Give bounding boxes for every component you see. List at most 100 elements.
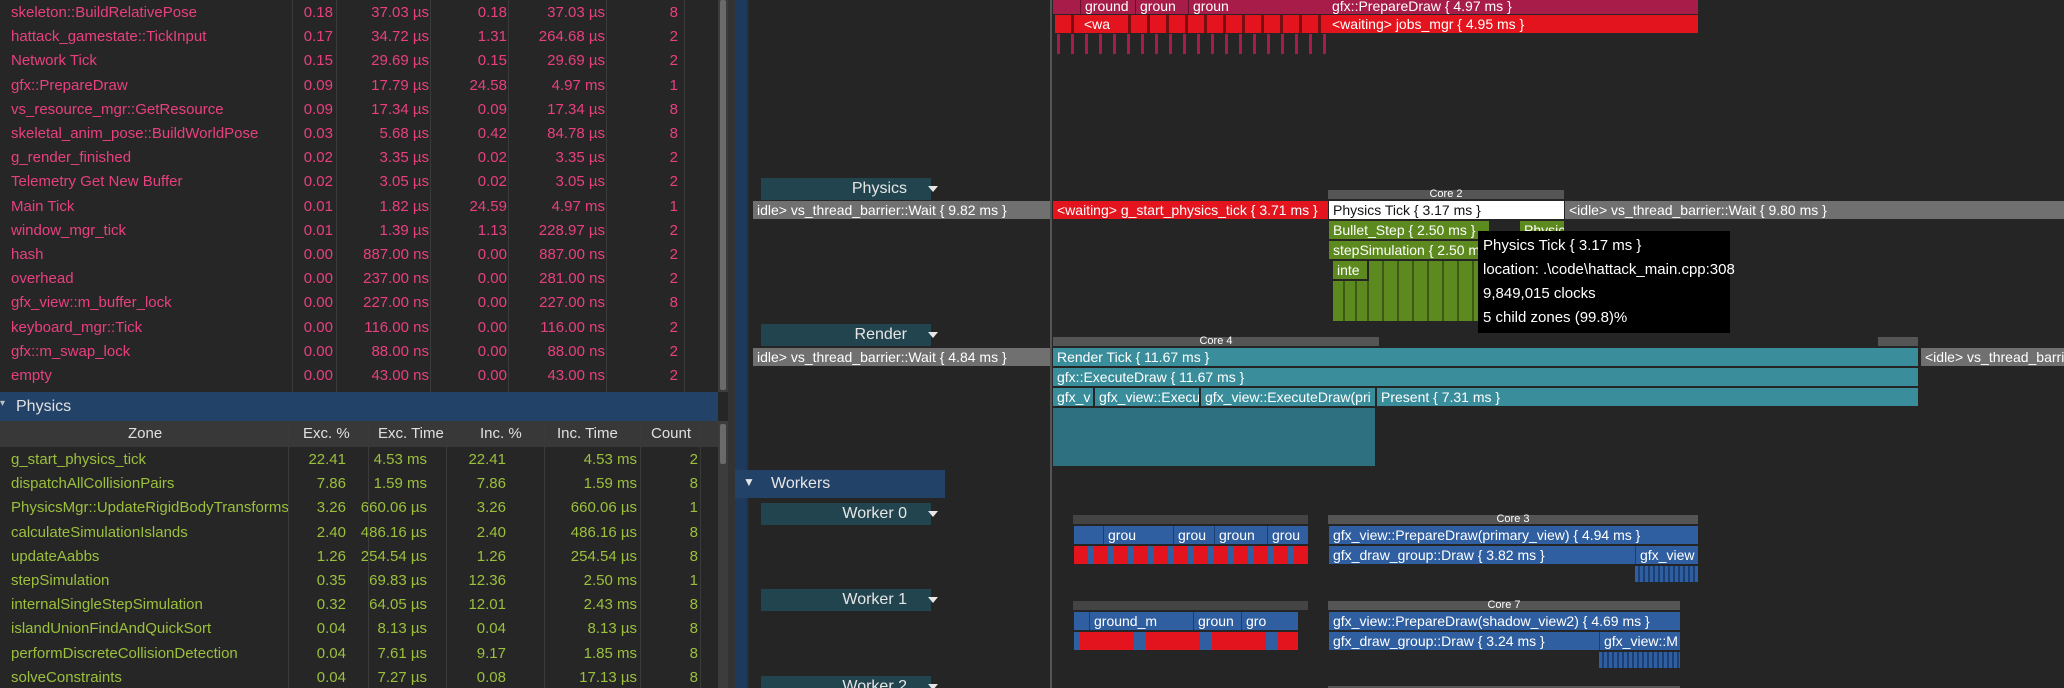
header-count[interactable]: Count [651,425,691,442]
worker0-grou-1[interactable]: grou [1103,526,1137,544]
cell-inc-pct: 0.00 [477,318,507,336]
thread-label-render[interactable]: Render [761,324,931,346]
table-row[interactable]: hash 0.00 887.00 ns 0.00 887.00 ns 2 [0,242,718,266]
worker1-prepare-bar[interactable]: gfx_view::PrepareDraw(shadow_view2) { 4.… [1329,612,1680,630]
cell-count: 8 [689,644,698,662]
ground-zone-b[interactable]: groun [1135,0,1180,14]
cell-count: 8 [689,596,698,614]
step-simulation-bar[interactable]: stepSimulation { 2.50 ms } [1329,241,1489,259]
thread-label-worker2[interactable]: Worker 2 [761,676,931,688]
core-label-physics: Core 2 [1328,189,1564,200]
worker0-grou-2[interactable]: grou [1173,526,1207,544]
header-exc-time[interactable]: Exc. Time [378,425,444,442]
table-row[interactable]: skeleton::BuildRelativePose 0.18 37.03 µs 0… [0,0,718,24]
header-inc-pct[interactable]: Inc. % [480,425,522,442]
cell-inc-time: 4.97 ms [551,197,605,215]
cell-exc-pct: 0.32 [316,596,346,614]
gfx-v-bar[interactable]: gfx_v [1053,388,1093,406]
prepare-draw-bar[interactable]: gfx::PrepareDraw { 4.97 ms } [1328,0,1698,14]
table-row[interactable]: islandUnionFindAndQuickSort 0.04 8.13 µs 0.… [0,616,718,640]
physics-idle-left-bar[interactable]: idle> vs_thread_barrier::Wait { 9.82 ms … [753,201,1050,219]
cell-inc-pct: 7.86 [476,475,506,493]
render-idle-right-bar[interactable]: <idle> vs_thread_barrier::Wait [1921,348,2064,366]
cell-count: 2 [669,149,678,167]
cell-inc-pct: 0.08 [476,668,506,686]
thread-worker2-dropdown-icon[interactable] [928,684,938,688]
table-row[interactable]: Network Tick 0.15 29.69 µs 0.15 29.69 µs 2 [0,48,718,72]
bullet-step-bar[interactable]: Bullet_Step { 2.50 ms } [1329,221,1489,239]
table-row[interactable]: g_render_finished 0.02 3.35 µs 0.02 3.35 µs 2 [0,145,718,169]
cell-exc-pct: 0.00 [303,318,333,336]
workers-group-header[interactable]: ▼ Workers [735,470,945,498]
table-row[interactable]: updateAabbs 1.26 254.54 µs 1.26 254.54 µs 8 [0,544,718,568]
table-row[interactable]: Telemetry Get New Buffer 0.02 3.05 µs 0.02 3… [0,169,718,193]
render-idle-left-bar[interactable]: idle> vs_thread_barrier::Wait { 4.84 ms … [753,348,1050,366]
table-row[interactable]: calculateSimulationIslands 2.40 486.16 µs 2… [0,520,718,544]
table-row[interactable]: window_mgr_tick 0.01 1.39 µs 1.13 228.97 µs 2 [0,218,718,242]
physics-idle-right-bar[interactable]: <idle> vs_thread_barrier::Wait { 9.80 ms… [1565,201,2064,219]
waiting-jobs-bar[interactable]: <waiting> jobs_mgr { 4.95 ms } [1328,15,1698,33]
physics-table-scroll-thumb[interactable] [720,424,726,464]
table-row[interactable]: g_start_physics_tick 22.41 4.53 ms 22.41 4.5… [0,447,718,471]
cell-inc-time: 84.78 µs [547,125,605,142]
thread-render-dropdown-icon[interactable] [928,332,938,338]
collapse-arrow-icon[interactable]: ▾ [0,398,5,409]
gfx-view-execute-bar[interactable]: gfx_view::Execu [1095,388,1199,406]
panel-splitter[interactable] [728,0,735,688]
table-row[interactable]: empty 0.00 43.00 ns 0.00 43.00 ns 2 [0,363,718,387]
worker0-groun[interactable]: groun [1214,526,1260,544]
header-exc-pct[interactable]: Exc. % [303,425,350,442]
worker0-grou-3[interactable]: grou [1267,526,1307,544]
table-row[interactable]: dispatchAllCollisionPairs 7.86 1.59 ms 7.86… [0,471,718,495]
top-table-scroll-thumb[interactable] [720,0,726,390]
cell-count: 8 [669,100,678,118]
cell-exc-time: 116.00 ns [364,318,429,336]
table-row[interactable]: skeletal_anim_pose::BuildWorldPose 0.03 5.… [0,121,718,145]
worker1-ground-m[interactable]: ground_m [1089,612,1159,630]
physics-waiting-bar[interactable]: <waiting> g_start_physics_tick { 3.71 ms… [1053,201,1328,219]
thread-label-worker1[interactable]: Worker 1 [761,589,931,611]
table-row[interactable]: hattack_gamestate::TickInput 0.17 34.72 µs… [0,24,718,48]
table-row[interactable]: gfx::m_swap_lock 0.00 88.00 ns 0.00 88.00 ns… [0,339,718,363]
table-row[interactable]: gfx::PrepareDraw 0.09 17.79 µs 24.58 4.97 ms… [0,73,718,97]
workers-collapse-icon[interactable]: ▼ [743,475,755,489]
cell-exc-time: 1.39 µs [379,221,429,239]
worker0-gfx-view-bar[interactable]: gfx_view [1635,546,1698,564]
header-inc-time[interactable]: Inc. Time [557,425,618,442]
worker1-gro[interactable]: gro [1241,612,1271,630]
table-row[interactable]: internalSingleStepSimulation 0.32 64.05 µs… [0,592,718,616]
physics-section-header[interactable]: ▾ Physics [0,392,718,422]
worker1-gfx-view-bar[interactable]: gfx_view::M [1599,632,1680,650]
thread-physics-dropdown-icon[interactable] [928,186,938,192]
worker0-prepare-bar[interactable]: gfx_view::PrepareDraw(primary_view) { 4.… [1329,526,1698,544]
thread-worker0-dropdown-icon[interactable] [928,511,938,517]
timeline-view[interactable]: gfx::PrepareDraw { 4.97 ms } <waiting> j… [735,0,2064,688]
table-row[interactable]: solveConstraints 0.04 7.27 µs 0.08 17.13 µs 8 [0,665,718,688]
table-row[interactable]: Main Tick 0.01 1.82 µs 24.59 4.97 ms 1 [0,194,718,218]
cell-zone: updateAabbs [11,547,100,565]
cell-zone: internalSingleStepSimulation [11,596,203,614]
cell-exc-time: 17.79 µs [371,76,429,94]
thread-label-physics[interactable]: Physics [761,178,931,200]
table-row[interactable]: gfx_view::m_buffer_lock 0.00 227.00 ns 0.00… [0,290,718,314]
cell-exc-pct: 0.03 [303,125,333,142]
thread-worker1-dropdown-icon[interactable] [928,597,938,603]
physics-tick-bar[interactable]: Physics Tick { 3.17 ms } [1329,201,1564,219]
table-row[interactable]: overhead 0.00 237.00 ns 0.00 281.00 ns 2 [0,266,718,290]
table-row[interactable]: PhysicsMgr::UpdateRigidBodyTransforms 3.2… [0,495,718,519]
table-row[interactable]: vs_resource_mgr::GetResource 0.09 17.34 µs… [0,97,718,121]
worker1-groun[interactable]: groun [1193,612,1237,630]
present-bar[interactable]: Present { 7.31 ms } [1377,388,1918,406]
render-tick-bar[interactable]: Render Tick { 11.67 ms } [1053,348,1918,366]
gfx-view-execute-draw-bar[interactable]: gfx_view::ExecuteDraw(pri [1201,388,1375,406]
table-row[interactable]: performDiscreteCollisionDetection 0.04 7.6… [0,641,718,665]
thread-label-worker0[interactable]: Worker 0 [761,503,931,525]
internal-step-bar[interactable]: inte [1333,261,1367,279]
ground-zone-c[interactable]: groun [1188,0,1236,14]
table-row[interactable]: keyboard_mgr::Tick 0.00 116.00 ns 0.00 116.0… [0,315,718,339]
table-row[interactable]: stepSimulation 0.35 69.83 µs 12.36 2.50 ms 1 [0,568,718,592]
ground-zone-a[interactable]: ground [1080,0,1128,14]
header-zone[interactable]: Zone [128,425,162,442]
cell-count: 2 [669,318,678,336]
execute-draw-bar[interactable]: gfx::ExecuteDraw { 11.67 ms } [1053,368,1918,386]
